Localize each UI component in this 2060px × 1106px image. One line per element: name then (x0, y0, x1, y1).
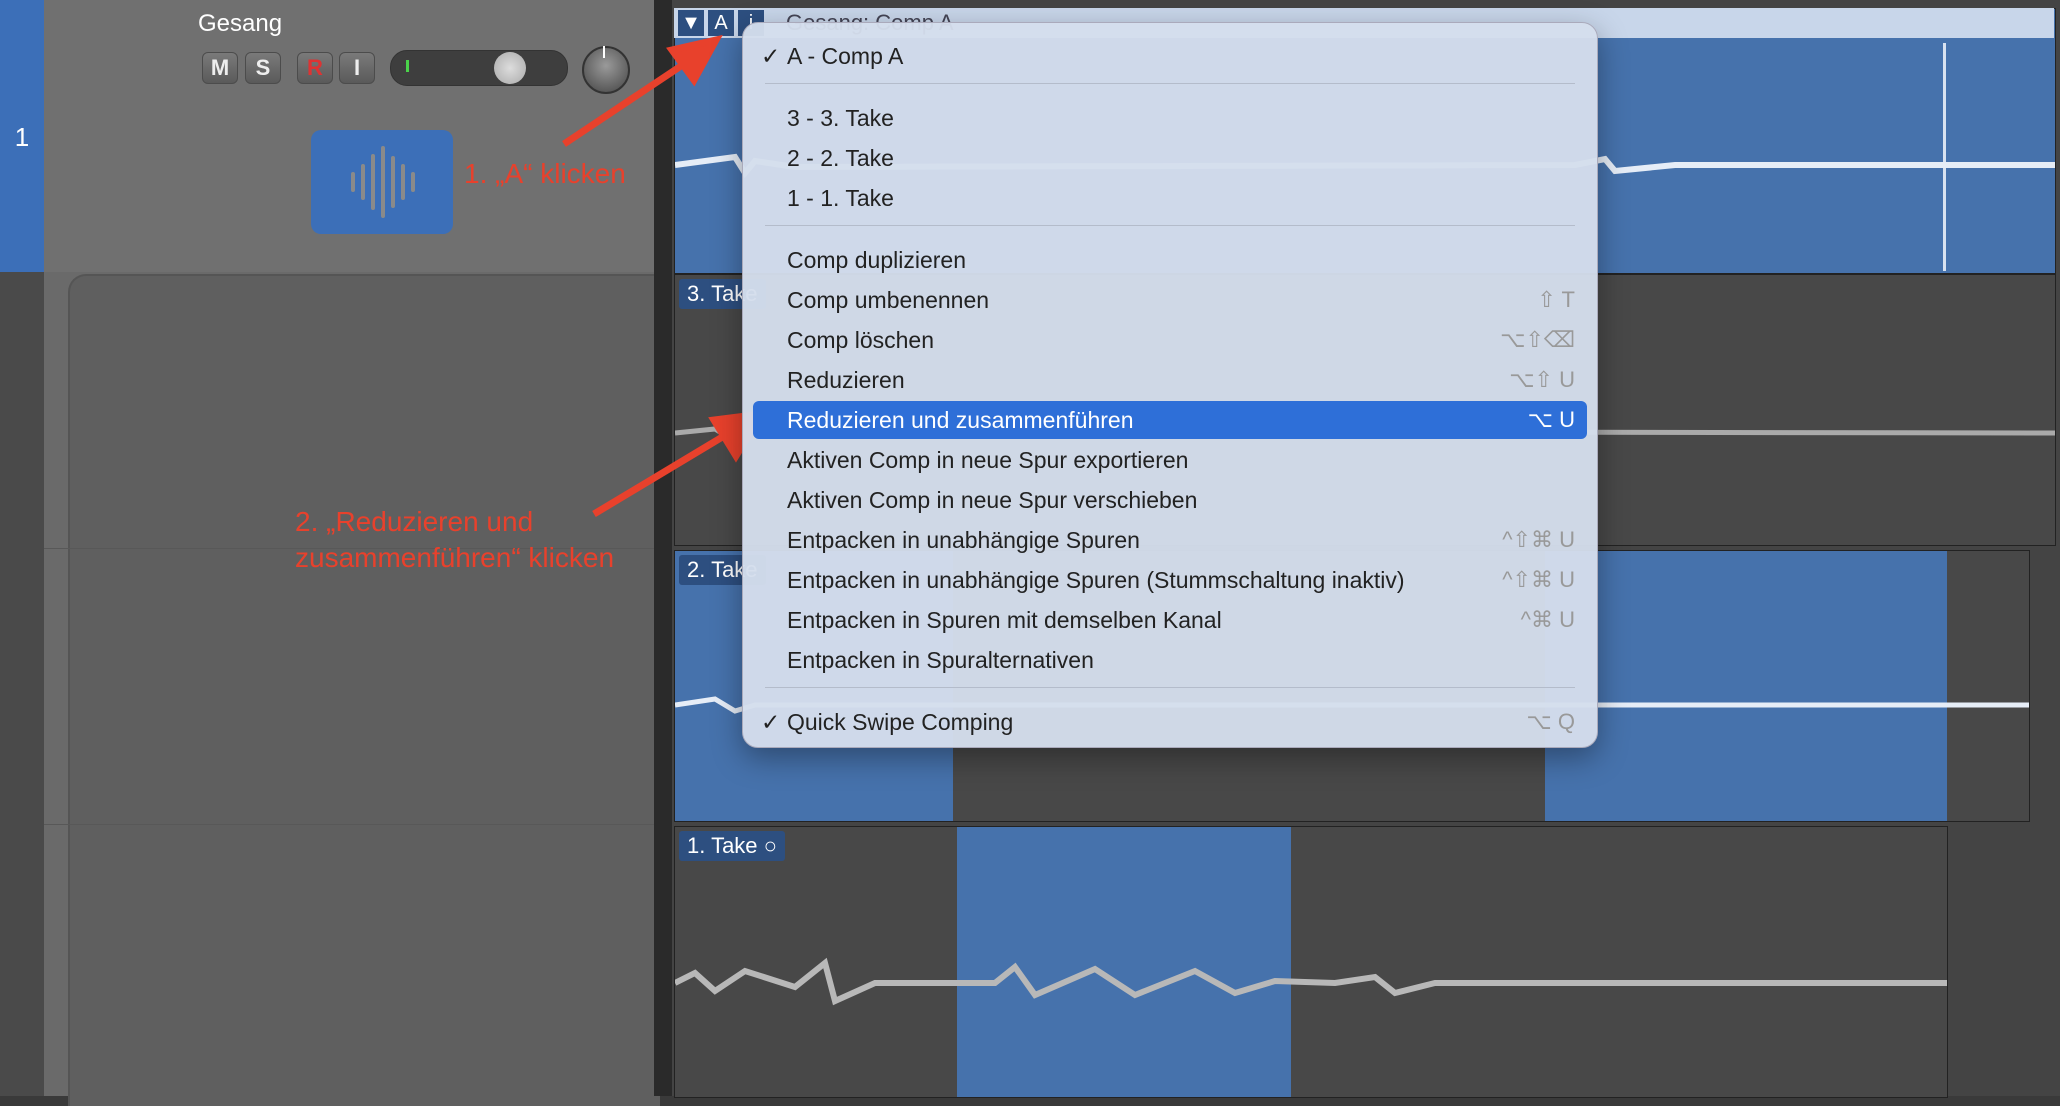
input-monitor-button[interactable]: I (339, 52, 375, 84)
menu-item-comp-duplicate[interactable]: Comp duplizieren (787, 241, 1575, 279)
menu-item-quick-swipe-comping[interactable]: ✓ Quick Swipe Comping ⌥ Q (761, 703, 1575, 741)
record-enable-button[interactable]: R (297, 52, 333, 84)
menu-item-unpack-independent[interactable]: Entpacken in unabhängige Spuren ^⇧⌘ U (787, 521, 1575, 559)
annotation-step-1: 1. „A“ klicken (464, 158, 626, 189)
annotation-step-2-line-2: zusammenführen“ klicken (295, 542, 615, 573)
menu-item-export-comp[interactable]: Aktiven Comp in neue Spur exportieren (787, 441, 1575, 479)
menu-item-comp-rename[interactable]: Comp umbenennen ⇧ T (787, 281, 1575, 319)
waveform (675, 957, 1947, 1006)
menu-item-flatten[interactable]: Reduzieren ⌥⇧ U (787, 361, 1575, 399)
menu-item-comp-a[interactable]: ✓ A - Comp A (761, 37, 1575, 75)
take-label: 1. Take ○ (679, 831, 785, 861)
menu-separator (765, 225, 1575, 226)
mute-button[interactable]: M (202, 52, 238, 84)
circle-icon: ○ (763, 833, 777, 858)
empty-track-area (68, 274, 660, 1106)
take-lane-1[interactable]: 1. Take ○ (674, 826, 1948, 1098)
menu-item-move-comp[interactable]: Aktiven Comp in neue Spur verschieben (787, 481, 1575, 519)
shortcut: ⌥ Q (1526, 709, 1575, 734)
shortcut: ⇧ T (1537, 287, 1575, 312)
menu-item-comp-delete[interactable]: Comp löschen ⌥⇧⌫ (787, 321, 1575, 359)
pan-knob-indicator (603, 46, 605, 58)
waveform-icon (351, 146, 415, 218)
menu-item-unpack-same-channel[interactable]: Entpacken in Spuren mit demselben Kanal ^… (787, 601, 1575, 639)
volume-slider[interactable] (390, 50, 568, 86)
shortcut: ⌥ U (1527, 407, 1575, 432)
menu-item-take-1[interactable]: 1 - 1. Take (787, 179, 1575, 217)
shortcut: ^⌘ U (1520, 607, 1575, 632)
track-number: 1 (14, 122, 30, 152)
pan-knob[interactable] (582, 46, 630, 94)
menu-item-flatten-and-merge[interactable]: Reduzieren und zusammenführen ⌥ U (753, 401, 1587, 439)
disclosure-triangle-button[interactable]: ▼ (678, 10, 704, 36)
comp-context-menu: ✓ A - Comp A 3 - 3. Take 2 - 2. Take 1 - … (742, 22, 1598, 748)
shortcut: ⌥⇧⌫ (1500, 327, 1575, 352)
annotation-step-2-line-1: 2. „Reduzieren und (295, 506, 534, 537)
volume-slider-handle[interactable] (494, 52, 526, 84)
checkmark-icon: ✓ (761, 709, 781, 735)
menu-item-unpack-alternatives[interactable]: Entpacken in Spuralternativen (787, 641, 1575, 679)
solo-button[interactable]: S (245, 52, 281, 84)
checkmark-icon: ✓ (761, 43, 781, 69)
level-meter (406, 60, 409, 72)
menu-separator (765, 83, 1575, 84)
divider-line (44, 824, 654, 825)
shortcut: ^⇧⌘ U (1502, 567, 1575, 592)
menu-item-take-2[interactable]: 2 - 2. Take (787, 139, 1575, 177)
comp-a-button[interactable]: A (708, 10, 734, 36)
audio-track-icon[interactable] (311, 130, 453, 234)
menu-item-take-3[interactable]: 3 - 3. Take (787, 99, 1575, 137)
menu-item-unpack-independent-unmuted[interactable]: Entpacken in unabhängige Spuren (Stummsc… (787, 561, 1575, 599)
shortcut: ⌥⇧ U (1509, 367, 1575, 392)
menu-separator (765, 687, 1575, 688)
track-name[interactable]: Gesang (198, 10, 282, 38)
pane-divider[interactable] (654, 0, 674, 1096)
shortcut: ^⇧⌘ U (1502, 527, 1575, 552)
